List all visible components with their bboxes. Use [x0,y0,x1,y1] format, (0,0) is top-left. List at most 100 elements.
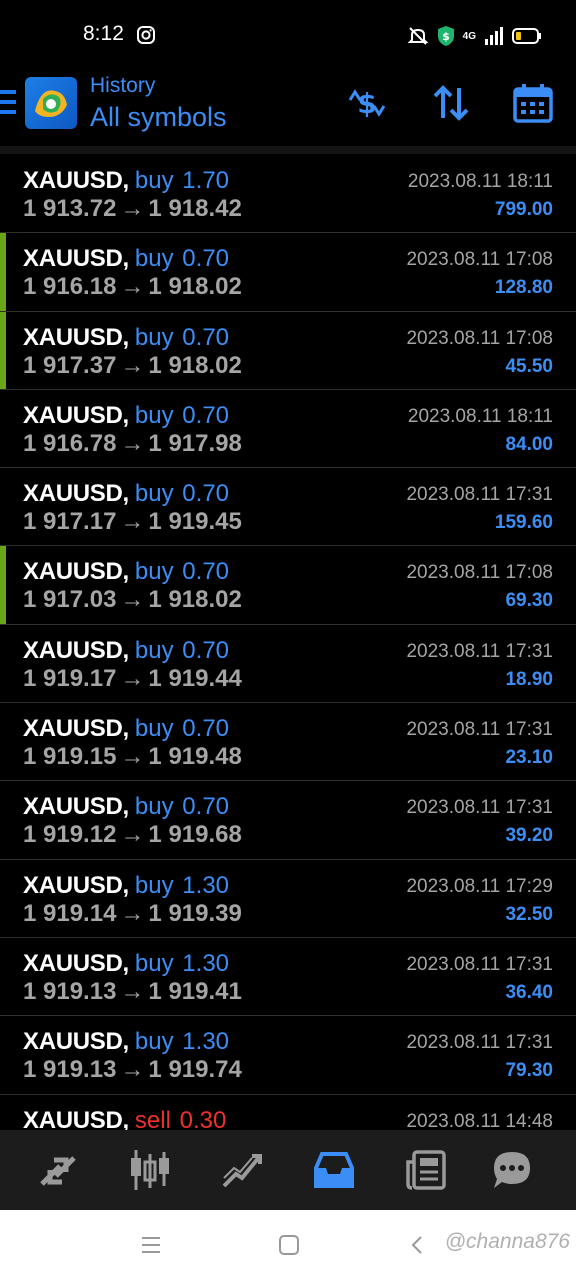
deal-row[interactable]: XAUUSD, buy 0.70 1 917.37 → 1 918.02 2023.0… [0,311,576,390]
deal-volume: 1.70 [182,167,230,194]
deal-close-price: 1 918.02 [148,586,242,614]
deal-close-price: 1 919.68 [148,821,242,849]
deal-close-price: 1 917.98 [148,429,242,457]
arrow-icon: → [120,1056,145,1084]
deal-side: buy [134,558,174,586]
news-icon[interactable] [404,1148,448,1192]
deal-symbol-line: XAUUSD, buy 0.70 [23,715,229,743]
deal-symbol-line: XAUUSD, buy 0.70 [23,793,229,821]
deal-row[interactable]: XAUUSD, buy 0.70 1 919.12 → 1 919.68 2023.0… [0,781,576,860]
deal-symbol: XAUUSD, [23,401,129,429]
deal-symbol: XAUUSD, [23,480,129,508]
header-title[interactable]: All symbols [90,102,227,133]
deal-time: 2023.08.11 17:08 [406,562,553,584]
arrow-icon: → [120,977,145,1005]
deal-side: buy [134,323,174,351]
arrow-icon: → [120,429,145,457]
deal-symbol-line: XAUUSD, buy 0.70 [23,637,229,665]
deal-profit: 45.50 [505,355,553,377]
deal-prices: 1 917.03 → 1 918.02 [23,586,242,614]
app-logo [25,77,77,129]
deal-close-price: 1 918.02 [148,273,242,301]
deal-open-price: 1 919.13 [23,1056,117,1084]
deal-time: 2023.08.11 17:31 [406,1032,553,1054]
deal-time: 2023.08.11 17:31 [406,953,553,975]
deal-row[interactable]: XAUUSD, buy 0.70 1 917.17 → 1 919.45 2023.0… [0,468,576,547]
calendar-icon[interactable] [512,82,554,124]
deal-time: 2023.08.11 17:31 [406,484,553,506]
deal-symbol: XAUUSD, [23,1106,129,1130]
deal-volume: 0.70 [182,558,230,586]
deal-row[interactable]: XAUUSD, buy 1.30 1 919.13 → 1 919.74 2023.0… [0,1016,576,1095]
deal-symbol-line: XAUUSD, buy 1.70 [23,167,229,195]
header-subtitle: History [90,74,156,97]
deal-symbol: XAUUSD, [23,323,129,351]
deal-volume: 1.30 [182,1028,230,1056]
status-bar: 8:12 $ 4G [0,0,576,70]
deal-prices: 1 916.78 → 1 917.98 [23,430,242,458]
deal-side: sell [134,1106,171,1130]
deal-symbol-line: XAUUSD, buy 1.30 [23,950,229,978]
chart-icon[interactable] [128,1148,172,1192]
deal-side: buy [134,793,174,821]
arrow-icon: → [120,664,145,692]
deal-symbol-line: XAUUSD, buy 0.70 [23,245,229,273]
deal-list[interactable]: XAUUSD, buy 1.70 1 913.72 → 1 918.42 2023.0… [0,155,576,1130]
deal-open-price: 1 919.17 [23,664,117,692]
mute-icon [407,27,429,45]
deal-prices: 1 917.17 → 1 919.45 [23,508,242,536]
deal-row[interactable]: XAUUSD, buy 0.70 1 916.78 → 1 917.98 2023.0… [0,390,576,469]
status-icons: $ 4G [407,24,542,48]
deal-volume: 0.70 [182,480,230,508]
deal-close-price: 1 919.48 [148,743,242,771]
deal-open-price: 1 919.15 [23,743,117,771]
svg-text:$: $ [357,87,376,120]
menu-icon[interactable] [0,90,16,118]
deal-row[interactable]: XAUUSD, buy 0.70 1 917.03 → 1 918.02 2023.0… [0,546,576,625]
deal-prices: 1 919.12 → 1 919.68 [23,821,242,849]
deal-symbol-line: XAUUSD, buy 0.70 [23,402,229,430]
deal-time: 2023.08.11 17:08 [406,327,553,349]
currency-icon[interactable]: $ [346,82,388,124]
deal-open-price: 1 917.03 [23,586,117,614]
deal-row[interactable]: XAUUSD, buy 1.30 1 919.13 → 1 919.41 2023.0… [0,938,576,1017]
shield-icon: $ [437,26,454,46]
deal-profit: 18.90 [505,668,553,690]
deal-row[interactable]: XAUUSD, buy 1.30 1 919.14 → 1 919.39 2023.0… [0,860,576,938]
deal-side: buy [134,636,174,664]
deal-time: 2023.08.11 17:31 [406,719,553,741]
deal-symbol-line: XAUUSD, sell 0.30 [23,1107,226,1130]
deal-row[interactable]: XAUUSD, buy 1.70 1 913.72 → 1 918.42 2023.0… [0,155,576,234]
app-header: History All symbols $ [0,70,576,150]
deal-symbol-line: XAUUSD, buy 1.30 [23,1028,229,1056]
deal-prices: 1 919.13 → 1 919.41 [23,978,242,1006]
deal-time: 2023.08.11 18:11 [407,405,553,427]
back-icon[interactable] [410,1234,424,1256]
trade-icon[interactable] [220,1148,264,1192]
deal-row[interactable]: XAUUSD, buy 0.70 1 919.17 → 1 919.44 2023.0… [0,625,576,704]
deal-prices: 1 916.18 → 1 918.02 [23,273,242,301]
deal-open-price: 1 917.37 [23,351,117,379]
arrow-icon: → [120,351,145,379]
sort-icon[interactable] [430,82,472,124]
home-icon[interactable] [278,1234,300,1256]
deal-row[interactable]: XAUUSD,sell 0.30 → 2023.08.11 14:48 [0,1095,576,1130]
history-icon[interactable] [312,1148,356,1192]
quotes-icon[interactable] [36,1148,80,1192]
deal-time: 2023.08.11 18:11 [407,171,553,192]
bottom-nav [0,1130,576,1210]
deal-volume: 0.70 [182,636,230,664]
deal-row[interactable]: XAUUSD, buy 0.70 1 916.18 → 1 918.02 2023.0… [0,233,576,312]
chat-icon[interactable] [490,1148,534,1192]
deal-prices: 1 917.37 → 1 918.02 [23,352,242,380]
deal-row[interactable]: XAUUSD, buy 0.70 1 919.15 → 1 919.48 2023.0… [0,703,576,782]
deal-side: buy [134,949,174,977]
deal-symbol-line: XAUUSD, buy 0.70 [23,324,229,352]
deal-symbol: XAUUSD, [23,167,129,194]
deal-symbol: XAUUSD, [23,793,129,821]
closed-by-marker [0,546,6,624]
deal-prices: 1 919.17 → 1 919.44 [23,665,242,693]
recents-icon[interactable] [140,1234,162,1256]
header-divider [0,146,576,154]
deal-close-price: 1 919.41 [148,977,242,1005]
